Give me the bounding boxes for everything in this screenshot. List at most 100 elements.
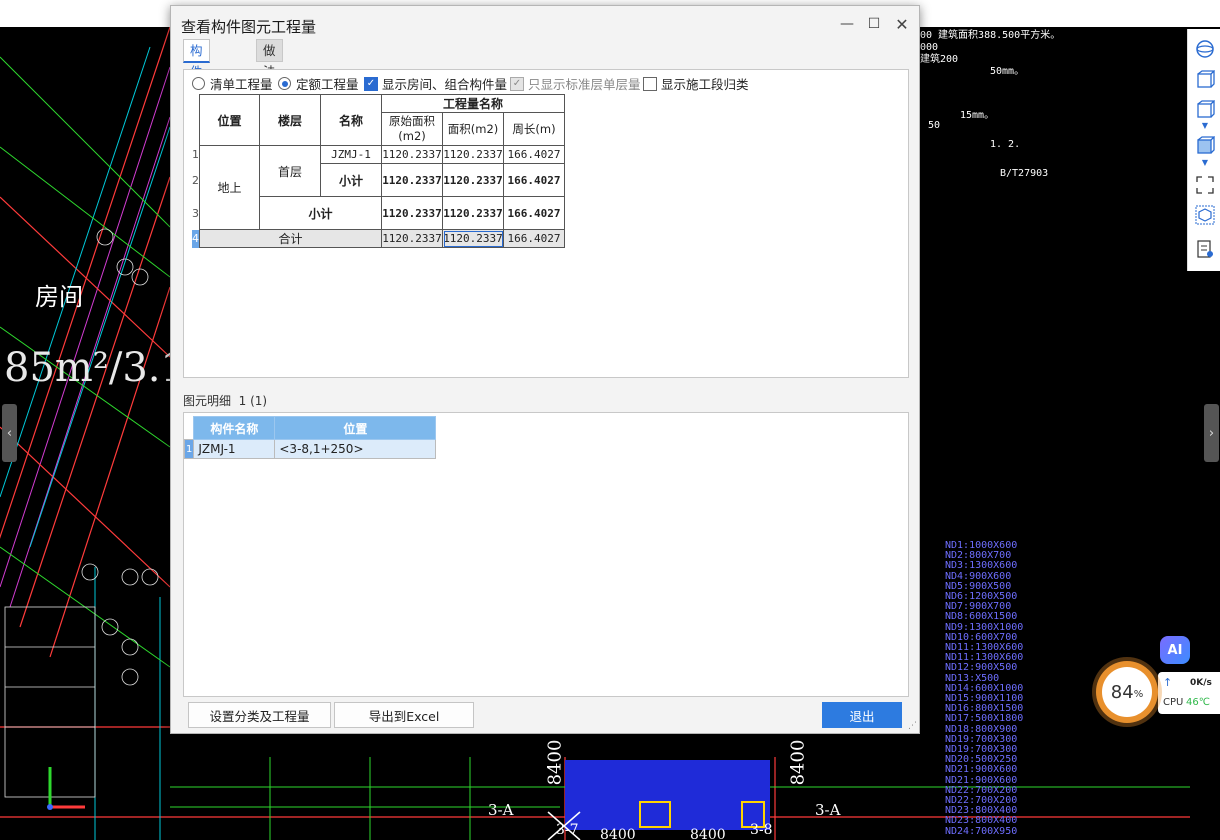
room-area-text: 85m²/3.1 — [4, 345, 186, 391]
exit-button[interactable]: 退出 — [822, 702, 902, 728]
globe-3d-icon[interactable] — [1193, 37, 1217, 61]
cell-original-area: 1120.2337 — [381, 145, 443, 164]
maximize-icon: ☐ — [867, 16, 881, 32]
chevron-right-icon: › — [1208, 425, 1215, 441]
radio-quota-quantity[interactable]: 定额工程量 — [278, 74, 359, 93]
ai-assistant-button[interactable]: AI — [1160, 636, 1190, 664]
classify-settings-button[interactable]: 设置分类及工程量 — [188, 702, 331, 728]
dim-label-1: 8400 — [544, 739, 566, 786]
quantity-panel: 清单工程量 定额工程量 ✓ 显示房间、组合构件量 ✓ 只显示标准层单层量 显示施工段… — [183, 69, 909, 378]
view-3d-icon[interactable] — [1193, 67, 1217, 91]
close-icon: ✕ — [895, 14, 909, 34]
note-line: B/T27903 — [1000, 168, 1049, 179]
radio-list-quantity[interactable]: 清单工程量 — [192, 74, 273, 93]
dim-label-3: 8400 — [600, 827, 636, 840]
cell-perimeter: 166.4027 — [503, 196, 565, 230]
minimize-button[interactable]: — — [836, 14, 858, 34]
dim-label-2: 8400 — [787, 739, 809, 786]
checkbox-box — [643, 76, 657, 91]
cell-name: 小计 — [259, 196, 382, 230]
cell-name: JZMJ-1 — [320, 145, 382, 164]
header-location: 位置 — [274, 416, 437, 440]
checkbox-label: 只显示标准层单层量 — [528, 77, 641, 92]
right-panel-toggle[interactable]: › — [1204, 404, 1219, 462]
table-row-total[interactable]: 4 合计 1120.2337 1120.2337 166.4027 — [192, 229, 565, 248]
row-number: 4 — [192, 229, 200, 248]
cell-area-selected[interactable]: 1120.2337 — [442, 229, 504, 248]
cube-solid-icon[interactable] — [1193, 133, 1217, 157]
radio-circle-selected — [278, 77, 291, 90]
dim-label-4: 8400 — [690, 827, 726, 840]
chevron-down-icon[interactable]: ▼ — [1193, 155, 1217, 169]
cell-area: 1120.2337 — [442, 163, 504, 197]
header-component-name: 构件名称 — [193, 416, 276, 440]
detail-count: 1 (1) — [238, 394, 268, 408]
radio-circle — [192, 77, 205, 90]
axis-label-4: 3-8 — [750, 822, 773, 838]
checkbox-show-rooms[interactable]: ✓ 显示房间、组合构件量 — [364, 74, 507, 93]
tab-method-quantity[interactable]: 做法工程量 — [256, 39, 283, 142]
cell-original-area: 1120.2337 — [381, 163, 443, 197]
checkbox-show-stage[interactable]: 显示施工段归类 — [643, 74, 749, 93]
resize-grip-icon[interactable]: ⋰ — [908, 721, 917, 731]
tab-component-quantity[interactable]: 构件工程量 — [183, 39, 210, 142]
cpu-percent-unit: % — [1133, 689, 1144, 700]
detail-panel: 构件名称 位置 1 JZMJ-1 <3-8,1+250> — [183, 412, 909, 697]
header-position: 位置 — [199, 94, 260, 146]
radio-label: 定额工程量 — [296, 77, 359, 92]
cell-original-area: 1120.2337 — [381, 229, 443, 248]
row-number: 1 — [192, 145, 200, 164]
table-row[interactable]: 1 JZMJ-1 <3-8,1+250> — [183, 439, 437, 459]
cell-perimeter: 166.4027 — [503, 163, 565, 197]
quantity-table: 位置 楼层 名称 工程量名称 原始面积(m2) 面积(m2) 周长(m) 1 地… — [192, 94, 565, 248]
cell-floor: 首层 — [259, 145, 321, 197]
fullscreen-icon[interactable] — [1193, 173, 1217, 197]
document-eye-icon[interactable] — [1193, 237, 1217, 261]
system-monitor: ↑ 0K/s CPU 46℃ — [1158, 672, 1220, 714]
net-speed: 0K/s — [1190, 678, 1212, 688]
minimize-icon: — — [840, 16, 854, 32]
cell-position: 地上 — [199, 145, 260, 230]
header-perimeter: 周长(m) — [503, 112, 565, 146]
export-excel-button[interactable]: 导出到Excel — [334, 702, 474, 728]
axis-label-1: 3-A — [488, 801, 514, 819]
table-row[interactable]: 1 地上 首层 JZMJ-1 1120.2337 1120.2337 166.4… — [192, 145, 565, 230]
checkbox-label: 显示房间、组合构件量 — [382, 77, 508, 92]
quantity-dialog: 查看构件图元工程量 — ☐ ✕ 构件工程量 做法工程量 清单工程量 定额工程量 … — [170, 5, 920, 734]
header-area: 面积(m2) — [442, 112, 504, 146]
header-original-area: 原始面积(m2) — [381, 112, 443, 146]
cpu-temp: 46℃ — [1186, 697, 1210, 708]
cpu-usage-value: 84% — [1102, 667, 1152, 717]
note-line: 15mm。 — [960, 110, 995, 121]
close-button[interactable]: ✕ — [891, 14, 913, 34]
note-line: 50 — [928, 120, 941, 131]
room-label: 房间 — [35, 283, 83, 311]
checkbox-show-std-floor[interactable]: ✓ 只显示标准层单层量 — [510, 74, 641, 93]
check-icon: ✓ — [364, 76, 378, 91]
chevron-down-icon[interactable]: ▼ — [1193, 118, 1217, 132]
door-opening-list: ND1:1000X600 ND2:800X700 ND3:1300X600 ND4:9… — [945, 540, 1023, 837]
row-number: 2 — [192, 163, 200, 197]
view-toolbar: ▼ ▼ — [1187, 29, 1220, 271]
cpu-percent: 84 — [1110, 681, 1134, 703]
cpu-usage-gauge[interactable]: 84% — [1096, 661, 1158, 723]
header-floor: 楼层 — [259, 94, 321, 146]
cell-name: 合计 — [199, 229, 382, 248]
chevron-left-icon: ‹ — [6, 425, 13, 441]
cell-name: 小计 — [320, 163, 382, 197]
cpu-label: CPU — [1163, 697, 1184, 708]
detail-label: 图元明细 1 (1) — [183, 392, 267, 409]
radio-label: 清单工程量 — [210, 77, 273, 92]
cube-select-icon[interactable] — [1193, 203, 1217, 227]
header-quantity-group: 工程量名称 — [381, 94, 565, 113]
check-icon: ✓ — [510, 76, 524, 91]
maximize-button[interactable]: ☐ — [863, 14, 885, 34]
cell-perimeter: 166.4027 — [503, 229, 565, 248]
left-panel-toggle[interactable]: ‹ — [2, 404, 17, 462]
note-line: 00 建筑面积388.500平方米。 — [920, 30, 1061, 41]
header-name: 名称 — [320, 94, 382, 146]
row-number: 3 — [192, 196, 200, 230]
axis-label-3: 3-7 — [556, 822, 579, 838]
dialog-title: 查看构件图元工程量 — [181, 18, 317, 36]
note-line: 000 — [920, 42, 939, 53]
